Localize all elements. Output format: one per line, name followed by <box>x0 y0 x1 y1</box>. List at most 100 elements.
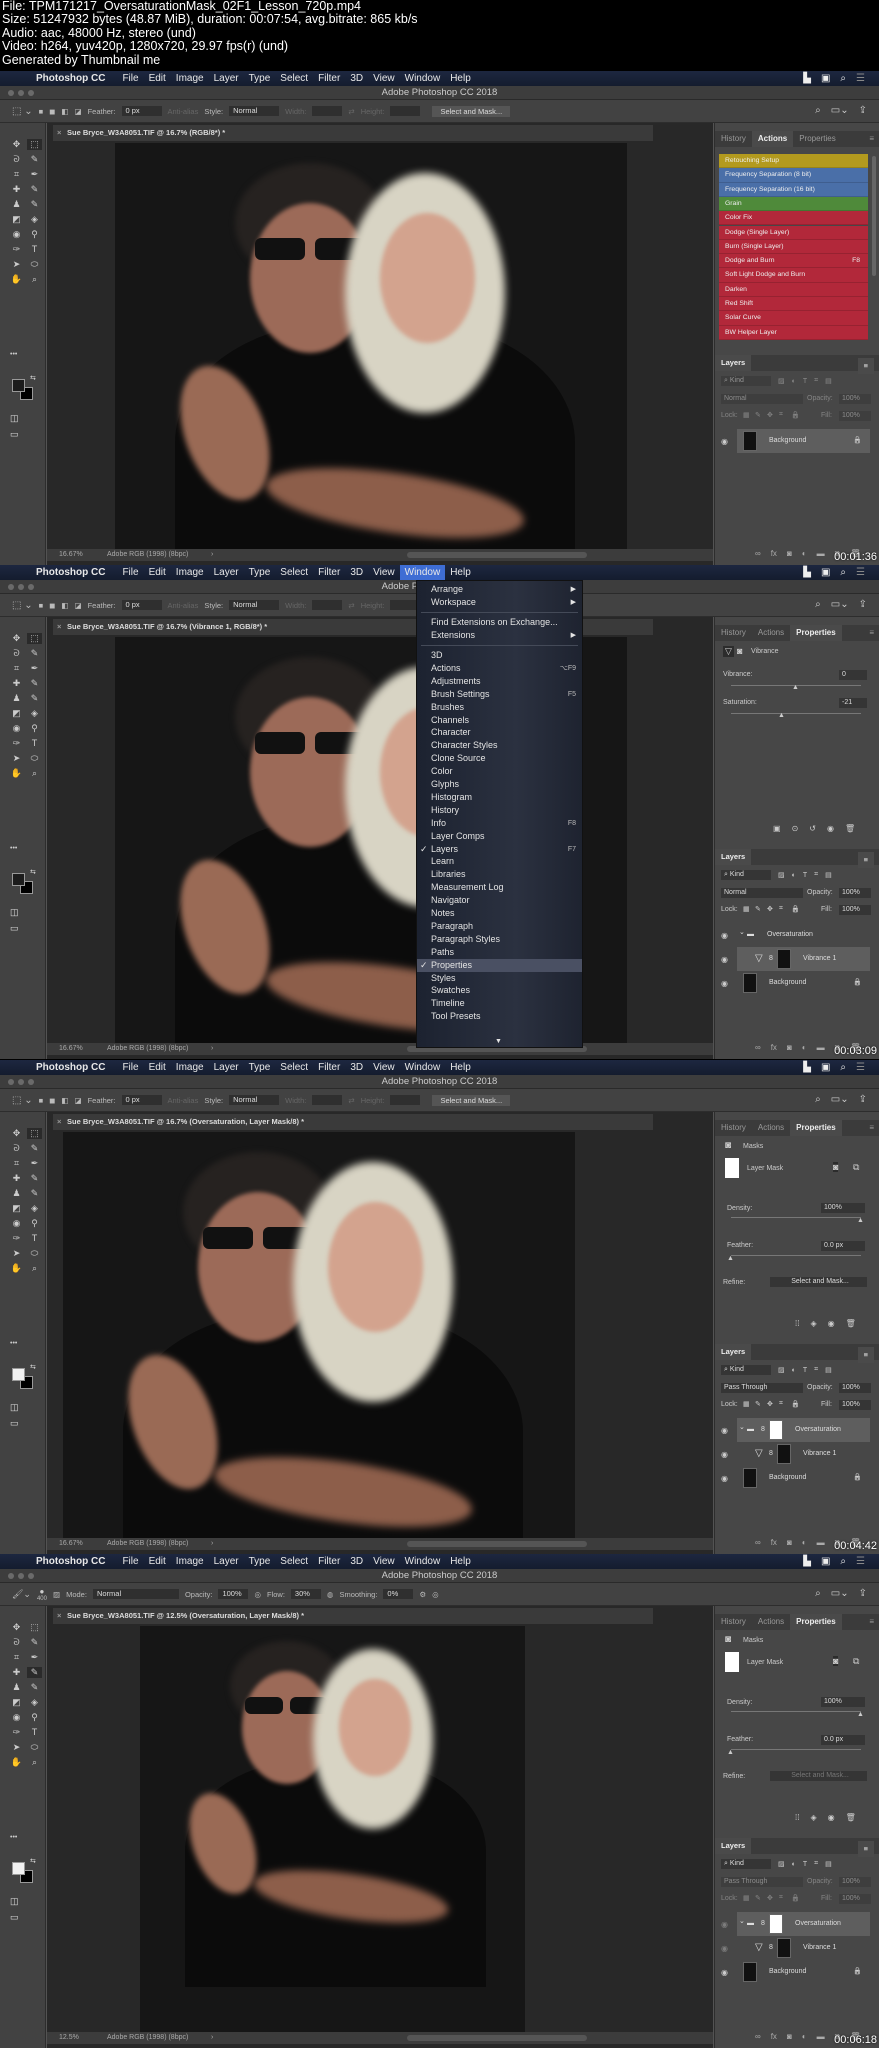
width-input[interactable] <box>312 1095 343 1105</box>
list-icon[interactable]: ☰ <box>856 567 865 578</box>
action-item[interactable]: Retouching Setup <box>719 154 868 169</box>
move-tool-icon[interactable]: ✥ <box>9 633 24 644</box>
select-and-mask-button[interactable]: Select and Mask... <box>432 105 511 117</box>
zoom-level[interactable]: 12.5% <box>59 2032 79 2044</box>
path-select-tool-icon[interactable]: ➤ <box>9 753 24 764</box>
opacity-input[interactable]: 100% <box>839 394 871 404</box>
path-select-tool-icon[interactable]: ➤ <box>9 1742 24 1753</box>
tab-actions[interactable]: Actions <box>751 131 794 147</box>
window-control-zoom[interactable] <box>28 584 34 590</box>
menu-help[interactable]: Help <box>445 71 476 86</box>
pressure-size-icon[interactable]: ◎ <box>432 1590 439 1599</box>
menu-type[interactable]: Type <box>244 71 276 86</box>
menu-item[interactable]: Color <box>417 765 582 778</box>
foreground-color-swatch[interactable] <box>12 1368 25 1381</box>
select-and-mask-button[interactable]: Select and Mask... <box>770 1277 867 1287</box>
menu-window[interactable]: Window <box>399 565 446 580</box>
list-icon[interactable]: ☰ <box>856 1556 865 1567</box>
select-pixel-mask-icon[interactable]: ◙ <box>833 1162 839 1172</box>
menu-item[interactable]: Arrange ▶ <box>417 583 582 596</box>
stamp-tool-icon[interactable]: ♟ <box>9 693 24 704</box>
style-select[interactable]: Normal <box>229 1095 280 1105</box>
menu-select[interactable]: Select <box>275 71 313 86</box>
brush-tool-icon[interactable]: ✎ <box>27 678 42 689</box>
smart-object-filter-icon[interactable]: ▤ <box>825 871 832 879</box>
saturation-input[interactable]: -21 <box>839 698 867 708</box>
stamp-tool-icon[interactable]: ♟ <box>9 1682 24 1693</box>
filter-kind-select[interactable]: ⌕ Kind <box>721 376 771 386</box>
menu-item[interactable]: Glyphs <box>417 778 582 791</box>
delete-icon[interactable]: 🗑 <box>845 824 855 833</box>
eyedropper-tool-icon[interactable]: ✒ <box>27 169 42 180</box>
swap-icon[interactable]: ⇄ <box>348 107 354 116</box>
menu-layer[interactable]: Layer <box>209 1554 244 1569</box>
share-icon[interactable]: ⇪ <box>859 1588 867 1599</box>
new-selection-icon[interactable]: ■ <box>39 1096 44 1105</box>
image-canvas[interactable] <box>63 1132 575 1538</box>
menu-item[interactable]: Layer Comps <box>417 830 582 843</box>
brush-tool-icon[interactable]: ✎ <box>27 1173 42 1184</box>
type-filter-icon[interactable]: T <box>803 378 807 385</box>
marquee-tool-icon[interactable]: ⬚ <box>27 139 42 150</box>
image-filter-icon[interactable]: ▨ <box>778 871 785 879</box>
add-selection-icon[interactable]: ◼ <box>49 601 55 610</box>
tab-properties[interactable]: Properties <box>793 131 841 147</box>
app-menu[interactable]: Photoshop CC <box>36 73 105 84</box>
adjustment-filter-icon[interactable]: ◐ <box>792 1861 796 1868</box>
select-and-mask-button[interactable]: Select and Mask... <box>770 1771 867 1781</box>
tab-actions[interactable]: Actions <box>752 625 790 641</box>
screen-mode-icon[interactable]: ▭ <box>10 923 19 934</box>
lock-image-icon[interactable]: ✎ <box>755 411 761 419</box>
swap-colors-icon[interactable]: ⇆ <box>30 1857 36 1865</box>
menu-item[interactable]: Extensions ▶ <box>417 629 582 642</box>
select-and-mask-button[interactable]: Select and Mask... <box>432 1094 511 1106</box>
feather-input[interactable]: 0 px <box>121 600 162 610</box>
saturation-slider-knob[interactable]: ▲ <box>778 712 785 719</box>
new-group-icon[interactable]: ▬ <box>817 1538 825 1548</box>
add-mask-icon[interactable]: ◙ <box>787 1538 792 1548</box>
shape-tool-icon[interactable]: ⬭ <box>27 259 42 270</box>
eyedropper-tool-icon[interactable]: ✒ <box>27 1158 42 1169</box>
subtract-selection-icon[interactable]: ◧ <box>61 601 68 610</box>
menu-image[interactable]: Image <box>171 1060 209 1075</box>
share-icon[interactable]: ⇪ <box>859 105 867 116</box>
pen-tool-icon[interactable]: ✑ <box>9 1727 24 1738</box>
app-menu[interactable]: Photoshop CC <box>36 1556 105 1567</box>
fill-input[interactable]: 100% <box>839 1894 871 1904</box>
workspace-icon[interactable]: ▙ <box>803 1062 811 1073</box>
tab-history[interactable]: History <box>715 625 752 641</box>
menu-item[interactable]: Styles <box>417 972 582 985</box>
lock-position-icon[interactable]: ✥ <box>767 905 773 913</box>
share-icon[interactable]: ⇪ <box>859 599 867 610</box>
workspace-icon[interactable]: ▙ <box>803 1556 811 1567</box>
link-layers-icon[interactable]: ∞ <box>755 2032 761 2042</box>
tab-properties[interactable]: Properties <box>790 1120 842 1136</box>
menu-image[interactable]: Image <box>171 565 209 580</box>
menu-item[interactable]: Workspace ▶ <box>417 596 582 609</box>
eraser-tool-icon[interactable]: ◩ <box>9 1697 24 1708</box>
lasso-tool-icon[interactable]: ᘐ <box>9 1637 24 1648</box>
menu-item[interactable]: History <box>417 804 582 817</box>
document-tab[interactable]: × Sue Bryce_W3A8051.TIF @ 16.7% (Oversatu… <box>53 1114 653 1130</box>
search-icon[interactable]: ⌕ <box>840 1556 846 1567</box>
actions-scrollbar[interactable] <box>872 156 876 276</box>
smart-object-filter-icon[interactable]: ▤ <box>825 1860 832 1868</box>
visibility-icon[interactable]: ◉ <box>828 1813 835 1822</box>
panel-menu-icon[interactable]: ≡ <box>857 852 874 868</box>
pen-tool-icon[interactable]: ✑ <box>9 244 24 255</box>
lock-image-icon[interactable]: ✎ <box>755 1400 761 1408</box>
workspace-switcher-icon[interactable]: ▭⌄ <box>831 1094 849 1105</box>
mode-select[interactable]: Normal <box>92 1589 179 1599</box>
visibility-eye-icon[interactable]: ◉ <box>721 437 728 446</box>
search-icon[interactable]: ⌕ <box>815 599 821 610</box>
intersect-selection-icon[interactable]: ◪ <box>74 601 81 610</box>
visibility-icon[interactable]: ◉ <box>828 1319 835 1328</box>
visibility-eye-icon[interactable]: ◉ <box>721 931 728 940</box>
tab-actions[interactable]: Actions <box>752 1614 790 1630</box>
link-layers-icon[interactable]: ∞ <box>755 1538 761 1548</box>
menu-type[interactable]: Type <box>244 1554 276 1569</box>
menu-window[interactable]: Window <box>400 71 446 86</box>
paint-bucket-tool-icon[interactable]: ◈ <box>27 214 42 225</box>
image-canvas[interactable] <box>140 1626 525 2032</box>
add-selection-icon[interactable]: ◼ <box>49 1096 55 1105</box>
